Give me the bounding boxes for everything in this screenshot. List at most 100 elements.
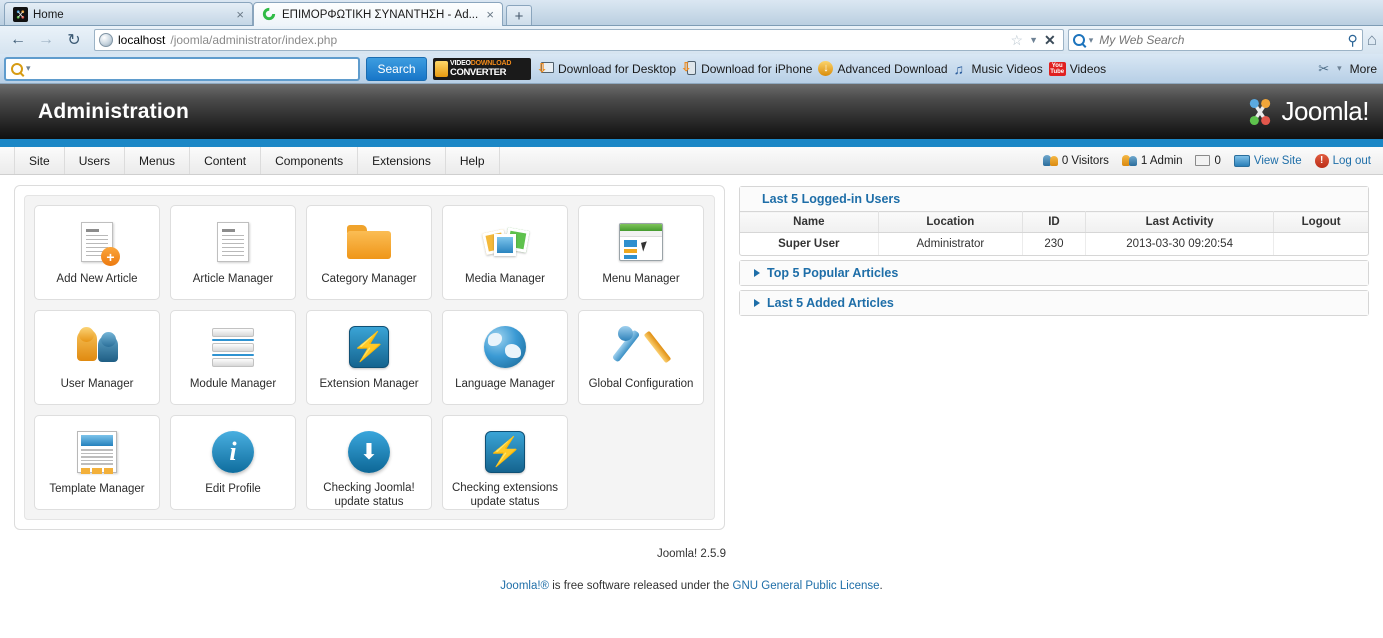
- status-messages-count: 0: [1214, 154, 1221, 167]
- col-last-activity: Last Activity: [1085, 211, 1275, 233]
- addon-search-caret-icon[interactable]: ▾: [26, 63, 31, 74]
- cell-name[interactable]: Super User: [740, 232, 879, 255]
- tab-close-icon[interactable]: ×: [484, 8, 496, 21]
- tab-close-icon[interactable]: ×: [234, 8, 246, 21]
- tile-label: User Manager: [60, 378, 134, 390]
- cell-location: Administrator: [878, 232, 1024, 255]
- menu-item-help[interactable]: Help: [446, 147, 500, 174]
- video-download-converter-logo[interactable]: VIDEODOWNLOAD CONVERTER: [433, 57, 531, 80]
- tab-title: ΕΠΙΜΟΡΦΩΤΙΚΗ ΣΥΝΑΝΤΗΣΗ - Ad...: [282, 8, 479, 21]
- globe-icon: [479, 323, 531, 371]
- menu-item-site[interactable]: Site: [14, 147, 65, 174]
- search-provider-caret-icon[interactable]: ▾: [1089, 35, 1094, 46]
- addon-link-videos[interactable]: You Tube Videos: [1048, 61, 1106, 76]
- forward-icon[interactable]: →: [34, 29, 58, 51]
- status-admins: 1 Admin: [1121, 154, 1182, 167]
- tile-menu-manager[interactable]: Menu Manager: [578, 205, 704, 300]
- tile-article-manager[interactable]: Article Manager: [170, 205, 296, 300]
- tools-icon[interactable]: ✂: [1318, 61, 1329, 77]
- addon-link-advanced-download[interactable]: ↓ Advanced Download: [818, 61, 948, 76]
- dashboard-panels: Last 5 Logged-in Users Name Location ID …: [739, 185, 1369, 530]
- joomla-trademark: Joomla!®: [500, 580, 550, 592]
- gnu-license-link[interactable]: GNU General Public License: [733, 580, 880, 592]
- tile-label: Edit Profile: [205, 483, 261, 495]
- tab-strip: Home × ΕΠΙΜΟΡΦΩΤΙΚΗ ΣΥΝΑΝΤΗΣΗ - Ad... × …: [0, 0, 1383, 26]
- messages-icon: [1195, 155, 1211, 166]
- joomla-version: Joomla! 2.5.9: [656, 548, 727, 560]
- tile-label: Template Manager: [49, 483, 145, 495]
- tile-module-manager[interactable]: Module Manager: [170, 310, 296, 405]
- new-tab-button[interactable]: +: [506, 5, 532, 26]
- chevron-down-icon[interactable]: ▼: [1029, 35, 1038, 45]
- logged-in-users-table: Name Location ID Last Activity Logout Su…: [740, 211, 1368, 255]
- browser-tab-home[interactable]: Home ×: [4, 2, 253, 26]
- tile-extensions-update-status[interactable]: ⚡ Checking extensions update status: [442, 415, 568, 510]
- cell-logout[interactable]: [1274, 233, 1368, 256]
- addon-search-button[interactable]: Search: [366, 56, 427, 81]
- tile-label: Menu Manager: [602, 273, 680, 285]
- menu-item-users[interactable]: Users: [65, 147, 126, 174]
- reload-icon[interactable]: ↻: [62, 29, 86, 51]
- admin-icon: [1121, 154, 1137, 167]
- tile-add-new-article[interactable]: + Add New Article: [34, 205, 160, 300]
- back-icon[interactable]: ←: [6, 29, 30, 51]
- status-visitors-label: 0 Visitors: [1061, 154, 1109, 167]
- addon-search-input[interactable]: ▾: [4, 56, 360, 81]
- panel-added-articles-header[interactable]: Last 5 Added Articles: [740, 291, 1368, 315]
- media-icon: [479, 218, 531, 266]
- folder-icon: [343, 218, 395, 266]
- panel-popular-articles[interactable]: Top 5 Popular Articles: [739, 260, 1369, 286]
- tile-joomla-update-status[interactable]: ⬇ Checking Joomla! update status: [306, 415, 432, 510]
- site-globe-icon: [99, 33, 113, 47]
- tile-media-manager[interactable]: Media Manager: [442, 205, 568, 300]
- tools-caret-icon[interactable]: ▾: [1337, 63, 1342, 74]
- tile-user-manager[interactable]: User Manager: [34, 310, 160, 405]
- admin-status-bar: 0 Visitors 1 Admin 0 View Site ! Log out: [1042, 147, 1383, 174]
- browser-tab-joomla-admin[interactable]: ΕΠΙΜΟΡΦΩΤΙΚΗ ΣΥΝΑΝΤΗΣΗ - Ad... ×: [253, 2, 503, 26]
- magnifier-icon: [11, 62, 23, 75]
- menu-item-content[interactable]: Content: [190, 147, 262, 174]
- search-go-icon[interactable]: ⚲: [1347, 32, 1357, 49]
- panel-added-articles[interactable]: Last 5 Added Articles: [739, 290, 1369, 316]
- home-icon[interactable]: ⌂: [1367, 30, 1377, 50]
- table-row: Super User Administrator 230 2013-03-30 …: [740, 232, 1368, 256]
- tile-template-manager[interactable]: Template Manager: [34, 415, 160, 510]
- addon-link-download-desktop[interactable]: ⇩ Download for Desktop: [537, 61, 677, 76]
- logout-link[interactable]: ! Log out: [1314, 153, 1371, 168]
- tile-label: Checking Joomla! update status: [323, 482, 415, 508]
- extension-bolt-icon: ⚡: [479, 428, 531, 475]
- web-search-input[interactable]: [1097, 32, 1344, 48]
- tile-extension-manager[interactable]: ⚡ Extension Manager: [306, 310, 432, 405]
- bookmark-star-icon[interactable]: ☆: [1011, 32, 1024, 49]
- addon-link-music-videos[interactable]: ♫ Music Videos: [954, 61, 1043, 77]
- menu-item-extensions[interactable]: Extensions: [358, 147, 446, 174]
- admin-header: Administration Joomla!: [0, 84, 1383, 139]
- web-search-box[interactable]: ▾ ⚲: [1067, 29, 1363, 51]
- logout-icon: !: [1314, 153, 1329, 168]
- extension-bolt-icon: ⚡: [343, 323, 395, 371]
- tile-global-configuration[interactable]: Global Configuration: [578, 310, 704, 405]
- addon-link-label: Advanced Download: [837, 61, 948, 76]
- addon-link-label: Download for iPhone: [701, 61, 813, 76]
- panel-title[interactable]: Last 5 Logged-in Users: [740, 187, 1368, 211]
- view-site-link[interactable]: View Site: [1233, 154, 1302, 167]
- url-bar[interactable]: localhost/joomla/administrator/index.php…: [94, 29, 1064, 51]
- menu-item-menus[interactable]: Menus: [125, 147, 191, 174]
- col-logout: Logout: [1273, 211, 1368, 233]
- phone-download-icon: ⇩: [681, 61, 697, 76]
- tile-language-manager[interactable]: Language Manager: [442, 310, 568, 405]
- status-messages[interactable]: 0: [1195, 154, 1221, 167]
- tile-category-manager[interactable]: Category Manager: [306, 205, 432, 300]
- addon-link-label: Download for Desktop: [558, 61, 677, 76]
- music-note-icon: ♫: [953, 60, 965, 77]
- stop-icon[interactable]: ✕: [1044, 32, 1056, 49]
- chevron-right-icon: [754, 299, 760, 307]
- tile-label: Language Manager: [455, 378, 555, 390]
- menu-item-components[interactable]: Components: [261, 147, 359, 174]
- more-button[interactable]: More: [1350, 62, 1377, 76]
- joomla-logo-text: Joomla!: [1281, 96, 1369, 126]
- panel-popular-articles-header[interactable]: Top 5 Popular Articles: [740, 261, 1368, 285]
- tile-edit-profile[interactable]: i Edit Profile: [170, 415, 296, 510]
- tile-label: Extension Manager: [319, 378, 419, 390]
- addon-link-download-iphone[interactable]: ⇩ Download for iPhone: [681, 61, 813, 76]
